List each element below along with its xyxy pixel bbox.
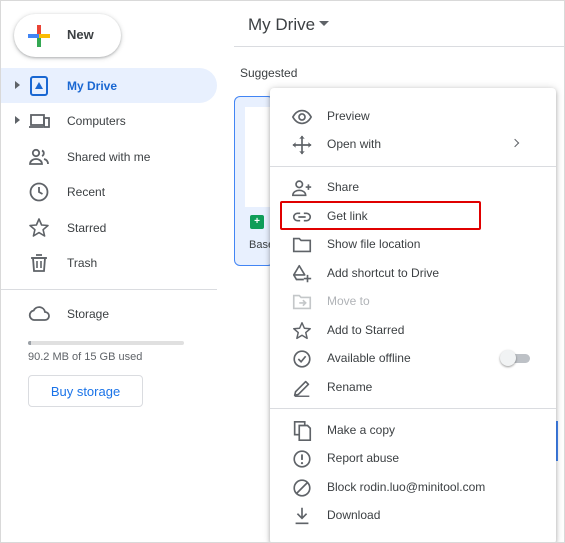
menu-item-label: Add shortcut to Drive — [327, 266, 440, 280]
header-divider — [234, 46, 564, 47]
storage-usage-text: 90.2 MB of 15 GB used — [28, 351, 143, 363]
copy-icon — [293, 421, 312, 441]
menu-item-add-to-starred[interactable]: Add to Starred — [270, 316, 556, 344]
menu-item-label: Block rodin.luo@minitool.com — [327, 480, 486, 494]
page-title[interactable]: My Drive — [248, 15, 315, 35]
pencil-icon — [293, 380, 310, 397]
menu-item-label: Show file location — [327, 237, 421, 251]
new-button[interactable]: New — [14, 14, 121, 57]
offline-toggle[interactable] — [500, 350, 532, 366]
menu-item-download[interactable]: Download — [270, 501, 556, 529]
eye-icon — [291, 109, 313, 125]
menu-item-label: Open with — [327, 137, 382, 151]
sidebar-item-label: Shared with me — [67, 150, 151, 164]
download-icon — [295, 507, 309, 525]
menu-item-label: Rename — [327, 380, 373, 394]
sidebar-item-starred[interactable]: Starred — [1, 210, 217, 245]
recent-clock-icon — [29, 182, 49, 202]
expand-arrow-icon[interactable] — [15, 81, 20, 89]
folder-icon — [292, 237, 312, 253]
menu-item-label: Available offline — [327, 351, 411, 365]
drive-window: New My Drive Computers Shared with me Re… — [0, 0, 565, 543]
sheets-icon: + — [250, 215, 264, 229]
menu-item-share[interactable]: Share — [270, 173, 556, 201]
toggle-knob — [500, 350, 516, 366]
sidebar-item-shared-with-me[interactable]: Shared with me — [1, 139, 217, 174]
sidebar-item-storage[interactable]: Storage — [1, 296, 217, 331]
star-outline-icon — [293, 322, 311, 340]
star-icon — [29, 218, 49, 237]
sidebar-divider — [1, 289, 217, 290]
suggested-file-card[interactable]: + Base — [234, 96, 274, 266]
sidebar-item-label: Storage — [67, 307, 110, 321]
menu-item-move-to[interactable]: Move to — [270, 287, 556, 315]
report-icon — [293, 450, 311, 468]
sidebar-item-label: My Drive — [67, 79, 118, 93]
storage-usage-bar — [28, 341, 184, 345]
block-icon — [293, 479, 311, 497]
my-drive-icon — [30, 76, 48, 96]
shared-with-me-icon — [29, 148, 49, 165]
buy-storage-button[interactable]: Buy storage — [28, 375, 143, 407]
menu-divider — [270, 408, 556, 409]
get-link-highlight-box — [280, 201, 481, 230]
menu-divider — [270, 166, 556, 167]
menu-item-label: Report abuse — [327, 451, 400, 465]
sidebar-item-label: Starred — [67, 221, 107, 235]
sidebar-item-label: Computers — [67, 114, 126, 128]
menu-item-label: Make a copy — [327, 423, 396, 437]
sidebar-item-my-drive[interactable]: My Drive — [1, 68, 217, 103]
new-button-label: New — [67, 27, 94, 42]
menu-item-available-offline[interactable]: Available offline — [270, 344, 556, 372]
menu-item-preview[interactable]: Preview — [270, 102, 556, 130]
context-menu: Preview Open with Share Get link Show fi… — [270, 88, 556, 542]
move-to-folder-icon — [292, 294, 312, 310]
chevron-right-icon — [510, 138, 520, 148]
menu-item-block-user[interactable]: Block rodin.luo@minitool.com — [270, 473, 556, 501]
sidebar-item-computers[interactable]: Computers — [1, 103, 217, 138]
expand-arrow-icon[interactable] — [15, 116, 20, 124]
chevron-down-icon[interactable] — [319, 21, 329, 26]
menu-item-label: Download — [327, 508, 381, 522]
menu-item-report-abuse[interactable]: Report abuse — [270, 444, 556, 472]
sidebar-item-label: Recent — [67, 185, 106, 199]
sidebar-item-label: Trash — [67, 256, 98, 270]
trash-icon — [31, 254, 47, 272]
partial-card-edge — [556, 421, 558, 461]
storage-usage-fill — [28, 341, 32, 345]
menu-item-label: Share — [327, 180, 360, 194]
cloud-icon — [28, 306, 50, 321]
suggested-heading: Suggested — [240, 66, 298, 80]
menu-item-rename[interactable]: Rename — [270, 373, 556, 401]
offline-check-icon — [293, 350, 311, 368]
menu-item-show-file-location[interactable]: Show file location — [270, 230, 556, 258]
menu-item-label: Preview — [327, 109, 370, 123]
sidebar-item-recent[interactable]: Recent — [1, 174, 217, 209]
menu-item-open-with[interactable]: Open with — [270, 130, 556, 158]
menu-item-label: Move to — [327, 294, 370, 308]
plus-multicolor-icon — [28, 25, 50, 47]
sidebar-item-trash[interactable]: Trash — [1, 245, 217, 280]
menu-item-add-shortcut[interactable]: Add shortcut to Drive — [270, 259, 556, 287]
menu-item-label: Add to Starred — [327, 323, 405, 337]
menu-item-make-a-copy[interactable]: Make a copy — [270, 416, 556, 444]
add-person-icon — [292, 180, 312, 197]
add-shortcut-icon — [292, 264, 312, 283]
computers-icon — [29, 114, 50, 128]
open-with-move-icon — [292, 135, 312, 155]
